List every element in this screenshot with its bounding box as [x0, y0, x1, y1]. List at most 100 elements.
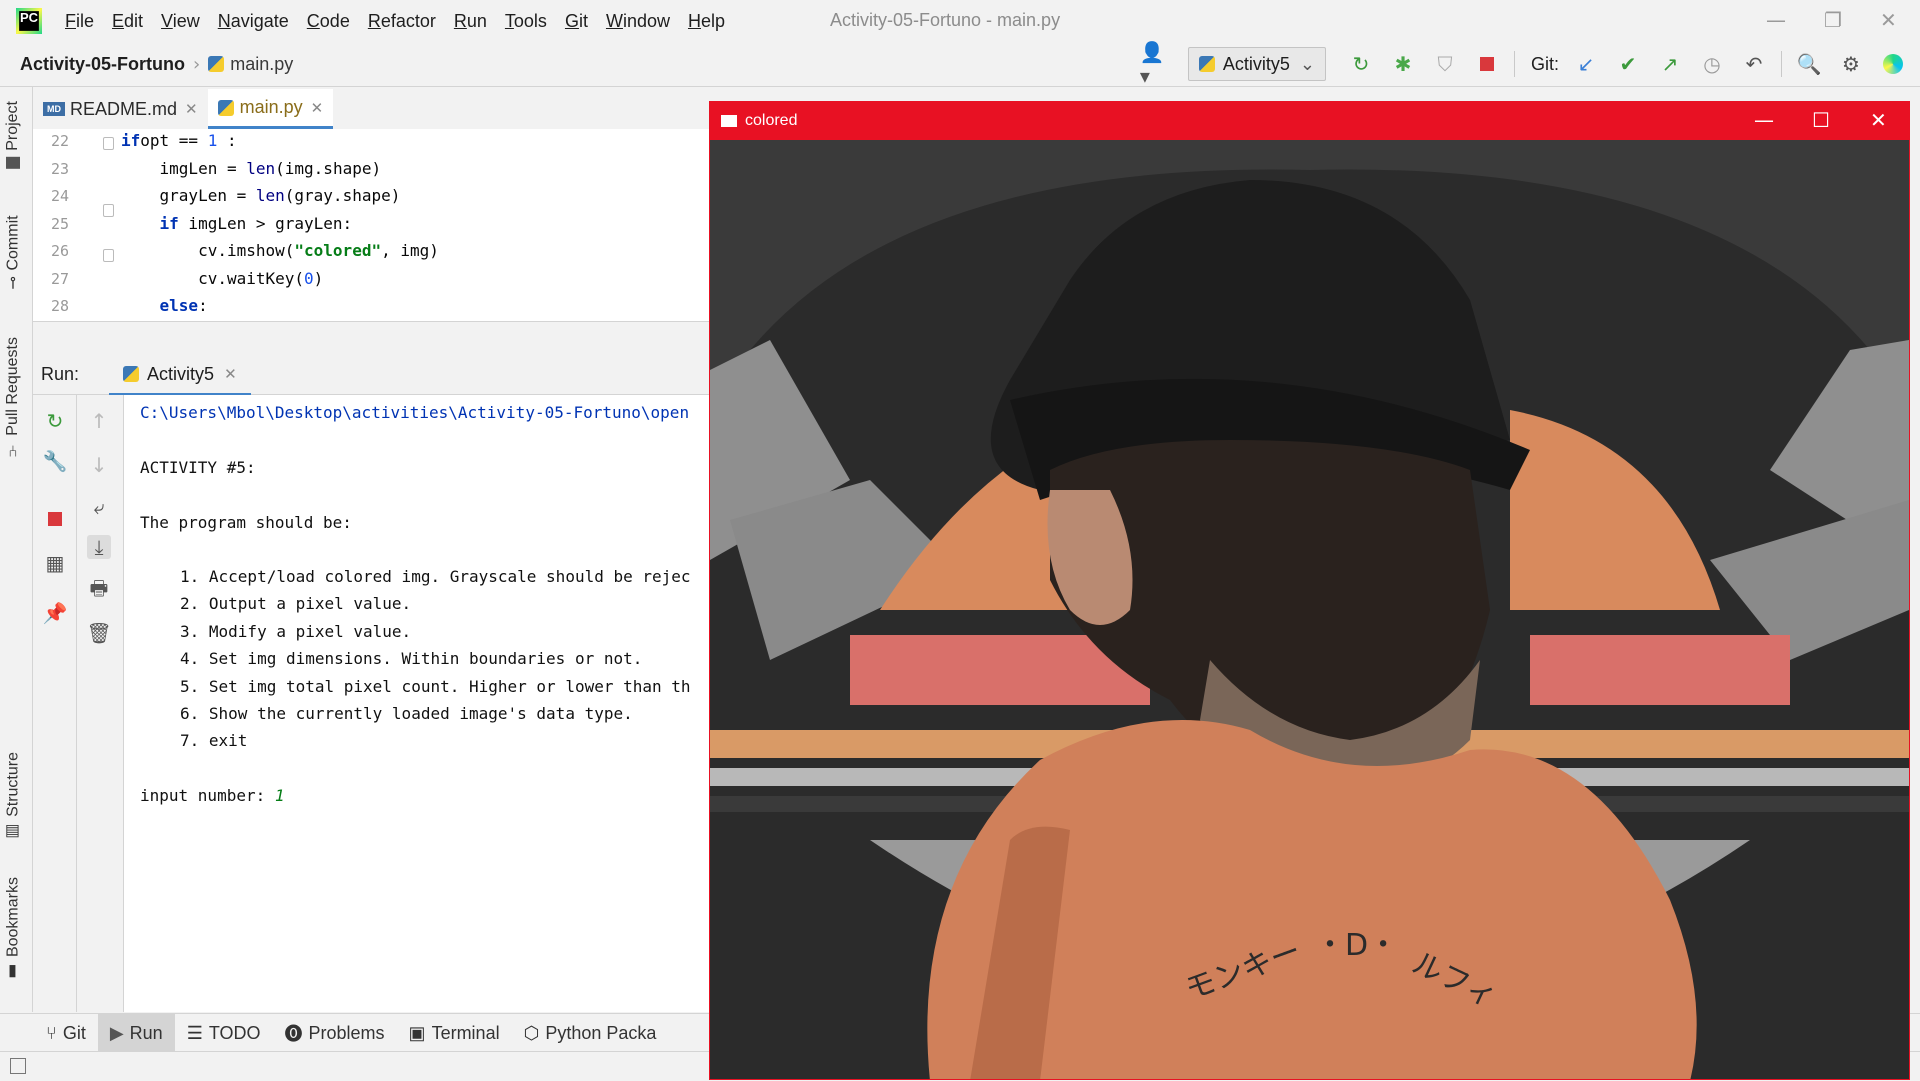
code-line: cv.waitKey(0) — [121, 269, 323, 288]
menu-refactor[interactable]: Refactor — [359, 11, 445, 32]
breadcrumb-project[interactable]: Activity-05-Fortuno — [20, 54, 185, 75]
bottom-tab-git[interactable]: ⑂ Git — [34, 1014, 98, 1052]
code-token: len — [255, 186, 285, 205]
python-icon — [1198, 56, 1215, 72]
close-tab-icon[interactable]: ✕ — [311, 99, 324, 117]
svg-text:・D・: ・D・ — [1315, 928, 1398, 963]
wrench-icon[interactable]: 🔧 — [43, 449, 68, 473]
code-line: cv.imshow("colored", img) — [121, 241, 439, 260]
scroll-to-end-icon[interactable]: ⤓ — [87, 535, 111, 559]
code-editor[interactable]: 22 23 24 25 26 27 28 ifopt == 1 : imgLen = len… — [33, 129, 710, 322]
close-icon[interactable]: ✕ — [1880, 8, 1897, 32]
stop-icon[interactable] — [1474, 51, 1500, 77]
toggle-tool-windows-icon[interactable] — [10, 1058, 26, 1074]
opencv-image-window[interactable]: colored — ☐ ✕ モンキー ・D・ ルフィ — [709, 101, 1910, 1080]
git-push-icon[interactable]: ↗ — [1657, 51, 1683, 77]
bottom-tab-python-packages[interactable]: ⬡ Python Packa — [512, 1014, 669, 1052]
maximize-icon[interactable]: ☐ — [1812, 108, 1830, 132]
window-app-icon — [721, 115, 737, 127]
layout-icon[interactable]: ▦ — [43, 551, 67, 575]
history-icon[interactable]: ◷ — [1699, 51, 1725, 77]
console-input-value: 1 — [274, 786, 285, 805]
arrow-up-icon[interactable]: ↑ — [87, 409, 111, 433]
menu-navigate[interactable]: Navigate — [209, 11, 298, 32]
line-number: 23 — [50, 159, 69, 178]
menu-git[interactable]: Git — [556, 11, 597, 32]
fold-marker-icon[interactable] — [103, 204, 114, 217]
print-icon[interactable]: 🖶 — [87, 576, 111, 603]
menu-edit[interactable]: Edit — [103, 11, 152, 32]
user-icon[interactable]: 👤▾ — [1140, 40, 1166, 88]
code-token: "colored" — [294, 241, 382, 260]
tool-tab-structure[interactable]: ▤ Structure — [4, 752, 23, 842]
console-option: 2. Output a pixel value. — [180, 594, 412, 613]
image-window-titlebar[interactable]: colored — ☐ ✕ — [710, 102, 1909, 140]
bottom-tab-run[interactable]: ▶ Run — [97, 1014, 175, 1052]
menu-tools[interactable]: Tools — [496, 11, 556, 32]
git-label: Git: — [1530, 53, 1559, 74]
console-output[interactable]: C:\Users\Mbol\Desktop\activities\Activit… — [124, 395, 710, 1012]
arrow-down-icon[interactable]: ↓ — [87, 453, 111, 477]
settings-gear-icon[interactable]: ⚙ — [1838, 51, 1864, 77]
tab-main-py[interactable]: main.py ✕ — [207, 89, 334, 129]
jetbrains-logo-icon[interactable] — [1880, 51, 1906, 77]
run-panel-label: Run: — [41, 363, 80, 384]
pycharm-logo-icon: PC — [16, 8, 42, 34]
menu-run[interactable]: Run — [445, 11, 496, 32]
tab-readme[interactable]: MD README.md ✕ — [33, 89, 208, 129]
run-configuration-select[interactable]: Activity5 ⌄ — [1187, 47, 1326, 81]
run-toolbar-left: ↻ 🔧 ▦ 📌 — [33, 395, 77, 1012]
tool-tab-bookmarks[interactable]: ▮ Bookmarks — [4, 877, 23, 982]
minimize-icon[interactable]: — — [1766, 8, 1786, 32]
play-icon: ▶ — [109, 1022, 124, 1043]
terminal-icon: ▣ — [408, 1022, 426, 1043]
menu-code[interactable]: Code — [298, 11, 359, 32]
search-icon[interactable]: 🔍 — [1796, 51, 1822, 77]
bottom-tab-todo[interactable]: ☰ TODO — [175, 1014, 273, 1052]
close-tab-icon[interactable]: ✕ — [185, 100, 198, 118]
minimize-icon[interactable]: — — [1754, 108, 1774, 132]
console-intro: The program should be: — [140, 513, 352, 532]
stop-icon[interactable] — [43, 507, 67, 531]
tool-tab-project[interactable]: Project — [4, 101, 22, 169]
folder-icon — [6, 156, 20, 169]
rerun-icon[interactable]: ↻ — [1348, 51, 1374, 77]
pin-icon[interactable]: 📌 — [43, 601, 68, 625]
soft-wrap-icon[interactable]: ⤶ — [87, 495, 111, 519]
bottom-tab-terminal[interactable]: ▣ Terminal — [397, 1014, 512, 1052]
breadcrumb-file[interactable]: main.py — [230, 54, 293, 75]
commit-icon: ⊸ — [5, 276, 22, 290]
rollback-icon[interactable]: ↶ — [1741, 51, 1767, 77]
rerun-icon[interactable]: ↻ — [43, 409, 67, 433]
close-icon[interactable]: ✕ — [1870, 108, 1887, 132]
code-token: imgLen > grayLen: — [178, 213, 353, 233]
coverage-icon[interactable]: ⛉ — [1432, 51, 1458, 77]
menu-view[interactable]: View — [152, 11, 209, 32]
restore-icon[interactable]: ❐ — [1824, 8, 1842, 32]
menu-help[interactable]: Help — [679, 11, 734, 32]
python-file-icon — [217, 99, 234, 116]
run-tab-activity5[interactable]: Activity5 ✕ — [109, 356, 251, 396]
code-token: (gray.shape) — [284, 186, 401, 205]
menu-window[interactable]: Window — [597, 11, 679, 32]
console-path-line: C:\Users\Mbol\Desktop\activities\Activit… — [140, 403, 690, 422]
bookmark-icon: ▮ — [5, 963, 22, 983]
fold-marker-icon[interactable] — [103, 249, 114, 262]
close-tab-icon[interactable]: ✕ — [224, 365, 237, 383]
git-commit-icon[interactable]: ✔ — [1615, 51, 1641, 77]
code-token: cv.waitKey( — [121, 268, 305, 288]
code-line: if imgLen > grayLen: — [121, 213, 353, 233]
menu-file[interactable]: File — [56, 11, 103, 32]
bottom-tab-problems[interactable]: ⓿ Problems — [273, 1014, 397, 1052]
photo-illustration: モンキー ・D・ ルフィ — [710, 140, 1909, 1079]
window-title: Activity-05-Fortuno - main.py — [830, 10, 1061, 30]
code-token: cv.imshow( — [121, 241, 295, 260]
trash-icon[interactable]: 🗑 — [86, 621, 111, 645]
console-option: 4. Set img dimensions. Within boundaries… — [180, 649, 643, 668]
fold-marker-icon[interactable] — [103, 137, 114, 150]
debug-icon[interactable]: ✱ — [1390, 51, 1416, 77]
tool-tab-commit[interactable]: ⊸ Commit — [4, 215, 23, 290]
git-update-icon[interactable]: ↙ — [1573, 51, 1599, 77]
tool-tab-pull-requests[interactable]: ⑂ Pull Requests — [4, 337, 22, 458]
